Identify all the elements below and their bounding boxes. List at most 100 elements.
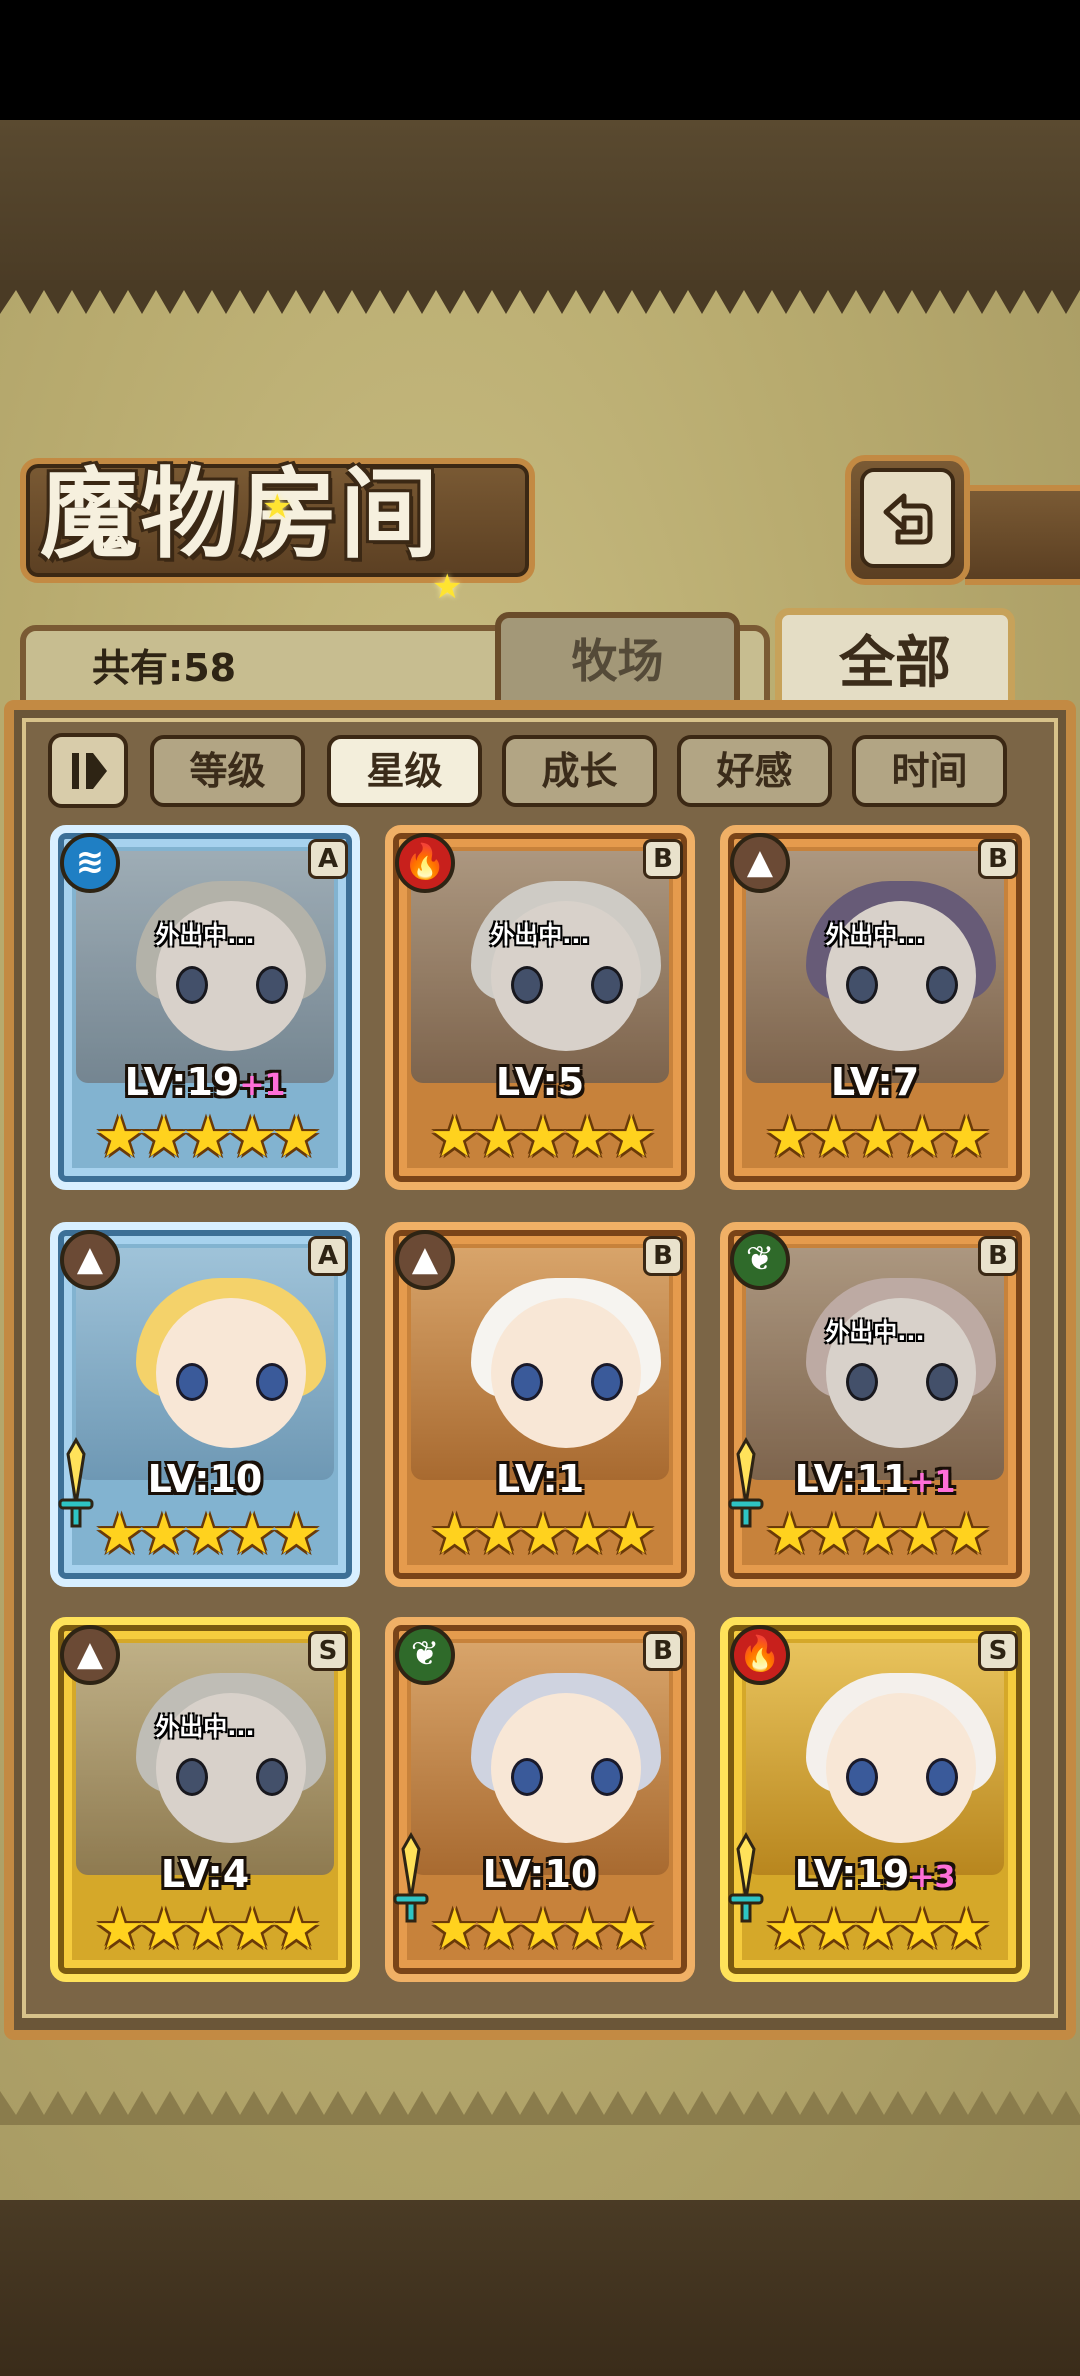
monster-eye <box>926 1758 958 1796</box>
level-value: LV:4 <box>160 1852 250 1896</box>
star-rating: ★★★★★ <box>94 1502 321 1567</box>
element-water-icon: ≋ <box>60 833 120 893</box>
sort-button-level[interactable]: 等级 <box>150 735 305 807</box>
star-rating: ★★★★★ <box>764 1105 991 1170</box>
level-value: LV:19 <box>124 1060 240 1104</box>
rank-badge: B <box>643 1631 683 1671</box>
star-rating: ★★★★★ <box>94 1105 321 1170</box>
level-plus: +1 <box>909 1465 956 1500</box>
level-value: LV:7 <box>830 1060 920 1104</box>
sort-button-star[interactable]: 星级 <box>327 735 482 807</box>
level-value: LV:10 <box>482 1852 598 1896</box>
monster-eye <box>511 1758 543 1796</box>
monster-level: LV:11+1 <box>720 1457 1030 1501</box>
monster-card[interactable]: 🔥 B 外出中... LV:5 ★★★★★ <box>385 825 695 1190</box>
rank-badge: B <box>978 1236 1018 1276</box>
monster-portrait <box>76 1643 334 1875</box>
rank-badge: A <box>308 839 348 879</box>
monster-eye <box>591 1758 623 1796</box>
level-plus: +1 <box>239 1068 286 1103</box>
monster-card[interactable]: ≋ A 外出中... LV:19+1 ★★★★★ <box>50 825 360 1190</box>
element-wood-icon: ❦ <box>395 1625 455 1685</box>
monster-card[interactable]: ❦ B 外出中... LV:11+1 ★★★★★ <box>720 1222 1030 1587</box>
monster-portrait <box>746 851 1004 1083</box>
monster-eye <box>511 966 543 1004</box>
rank-badge: S <box>978 1631 1018 1671</box>
level-value: LV:11 <box>794 1457 910 1501</box>
back-button-rail <box>965 485 1080 585</box>
sparkle-icon: ★ <box>262 487 293 527</box>
rank-badge: B <box>643 839 683 879</box>
sort-button-affection[interactable]: 好感 <box>677 735 832 807</box>
monster-portrait <box>411 1643 669 1875</box>
element-earth-icon: ▲ <box>60 1625 120 1685</box>
monster-portrait <box>76 1248 334 1480</box>
sparkle-icon: ★ <box>432 567 463 607</box>
star-rating: ★★★★★ <box>764 1502 991 1567</box>
monster-eye <box>176 1363 208 1401</box>
monster-eye <box>256 966 288 1004</box>
monster-level: LV:19+1 <box>50 1060 360 1104</box>
back-arrow-icon <box>883 493 933 545</box>
monster-card[interactable]: ▲ S 外出中... LV:4 ★★★★★ <box>50 1617 360 1982</box>
level-value: LV:1 <box>495 1457 585 1501</box>
monster-eye <box>176 966 208 1004</box>
monster-card[interactable]: 🔥 S LV:19+3 ★★★★★ <box>720 1617 1030 1982</box>
rank-badge: S <box>308 1631 348 1671</box>
monster-eye <box>591 966 623 1004</box>
monster-eye <box>511 1363 543 1401</box>
element-fire-icon: 🔥 <box>730 1625 790 1685</box>
level-value: LV:10 <box>147 1457 263 1501</box>
zigzag-border-top <box>0 280 1080 314</box>
away-status-label: 外出中... <box>155 921 255 949</box>
monster-portrait <box>76 851 334 1083</box>
monster-level: LV:4 <box>50 1852 360 1896</box>
status-bar <box>0 0 1080 120</box>
star-rating: ★★★★★ <box>429 1502 656 1567</box>
monster-portrait <box>746 1643 1004 1875</box>
away-status-label: 外出中... <box>490 921 590 949</box>
monster-level: LV:7 <box>720 1060 1030 1104</box>
monster-card[interactable]: ▲ A LV:10 ★★★★★ <box>50 1222 360 1587</box>
sort-button-time[interactable]: 时间 <box>852 735 1007 807</box>
monster-card[interactable]: ▲ B 外出中... LV:7 ★★★★★ <box>720 825 1030 1190</box>
monster-count: 共有:58 <box>92 646 237 690</box>
away-status-label: 外出中... <box>155 1713 255 1741</box>
element-earth-icon: ▲ <box>730 833 790 893</box>
sort-button-growth[interactable]: 成长 <box>502 735 657 807</box>
element-wood-icon: ❦ <box>730 1230 790 1290</box>
monster-level: LV:19+3 <box>720 1852 1030 1896</box>
monster-card[interactable]: ❦ B LV:10 ★★★★★ <box>385 1617 695 1982</box>
sort-toggle-icon <box>72 753 107 789</box>
star-rating: ★★★★★ <box>94 1897 321 1962</box>
away-status-label: 外出中... <box>825 1318 925 1346</box>
rank-badge: A <box>308 1236 348 1276</box>
monster-eye <box>176 1758 208 1796</box>
monster-eye <box>256 1363 288 1401</box>
monster-level: LV:10 <box>385 1852 695 1896</box>
sort-order-toggle[interactable] <box>48 733 128 808</box>
rank-badge: B <box>643 1236 683 1276</box>
level-plus: +3 <box>909 1860 956 1895</box>
monster-card[interactable]: ▲ B LV:1 ★★★★★ <box>385 1222 695 1587</box>
star-rating: ★★★★★ <box>429 1105 656 1170</box>
star-rating: ★★★★★ <box>764 1897 991 1962</box>
element-earth-icon: ▲ <box>60 1230 120 1290</box>
map-background-bottom <box>0 2200 1080 2376</box>
map-background-top <box>0 120 1080 290</box>
tab-farm[interactable]: 牧场 <box>495 612 740 712</box>
monster-portrait <box>746 1248 1004 1480</box>
element-earth-icon: ▲ <box>395 1230 455 1290</box>
level-value: LV:5 <box>495 1060 585 1104</box>
zigzag-border-bottom <box>0 2091 1080 2125</box>
monster-level: LV:10 <box>50 1457 360 1501</box>
monster-eye <box>591 1363 623 1401</box>
element-fire-icon: 🔥 <box>395 833 455 893</box>
monster-eye <box>926 1363 958 1401</box>
back-button[interactable] <box>860 468 955 568</box>
monster-eye <box>846 966 878 1004</box>
star-rating: ★★★★★ <box>429 1897 656 1962</box>
monster-eye <box>926 966 958 1004</box>
monster-level: LV:5 <box>385 1060 695 1104</box>
monster-eye <box>256 1758 288 1796</box>
